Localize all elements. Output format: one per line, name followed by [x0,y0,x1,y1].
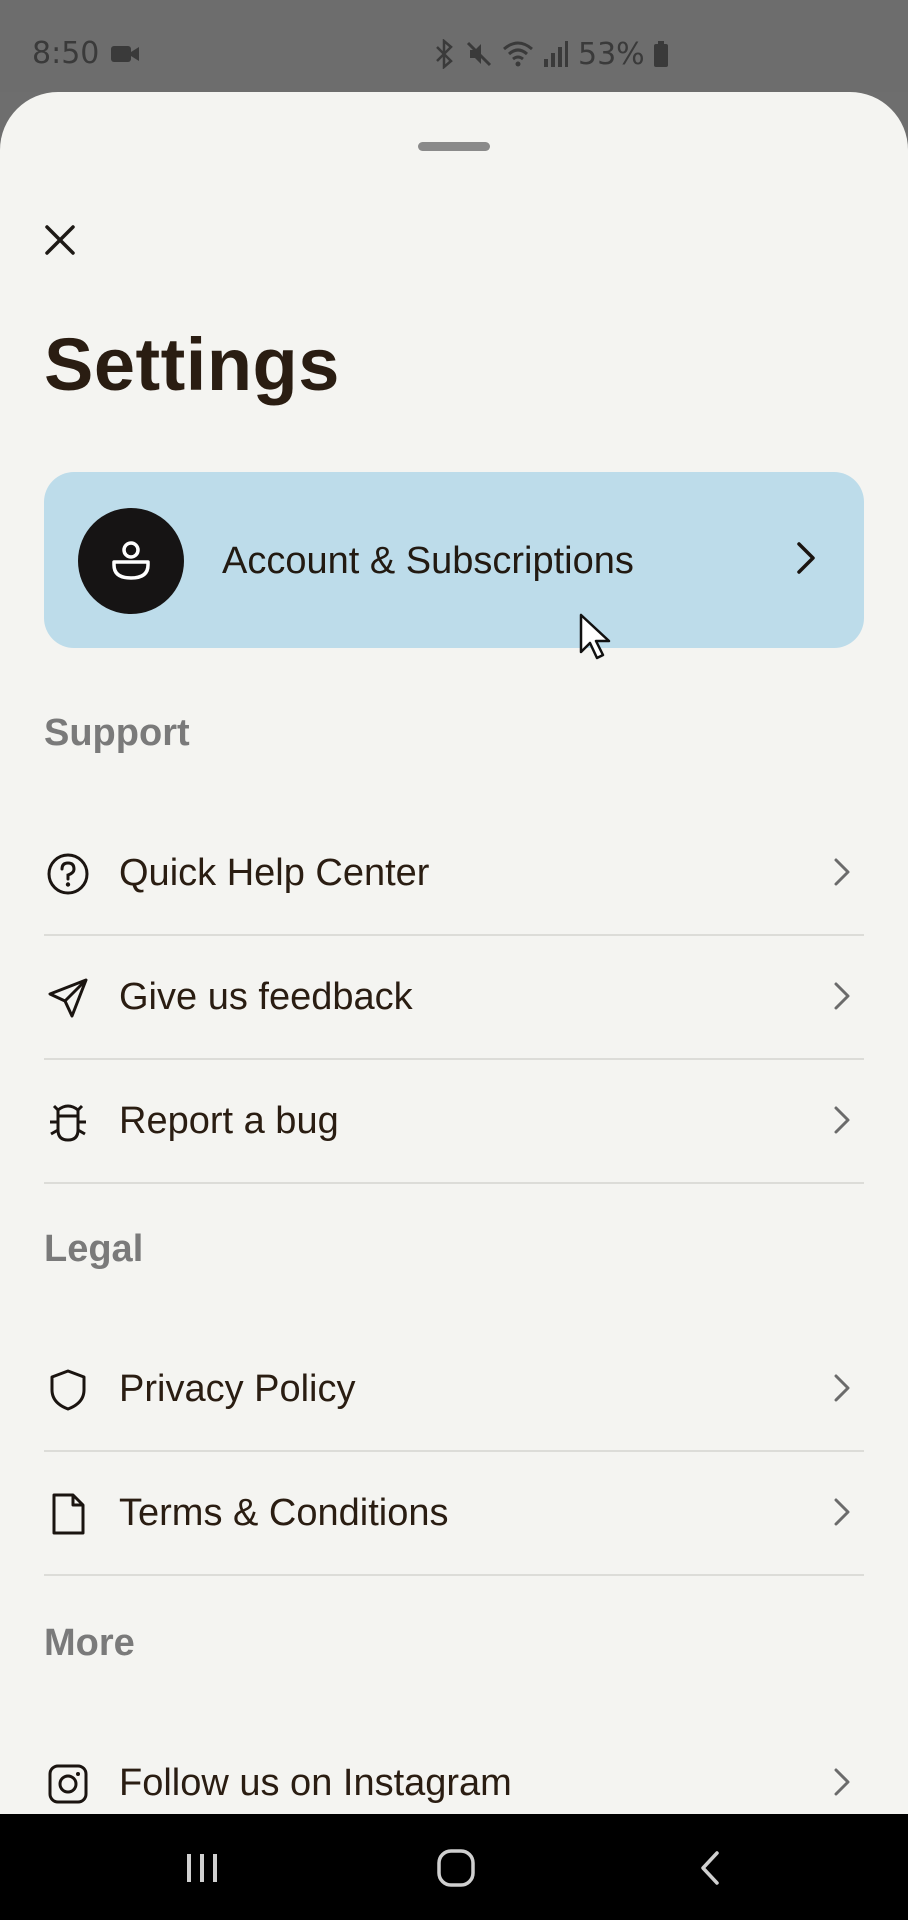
shield-icon [46,1368,90,1412]
chevron-right-icon [830,852,854,897]
video-camera-icon [110,44,140,64]
close-button[interactable] [36,216,84,264]
privacy-policy-item[interactable]: Privacy Policy [44,1326,864,1452]
status-icons: 53% [432,36,669,72]
battery-icon [653,40,669,68]
section-title-more: More [44,1622,135,1664]
close-icon [45,225,75,255]
system-navigation-bar [0,1814,908,1920]
report-bug-item[interactable]: Report a bug [44,1058,864,1184]
instagram-icon [46,1762,90,1806]
page-title: Settings [44,323,340,406]
chevron-right-icon [830,1762,854,1807]
mute-icon [464,39,494,69]
recent-apps-button[interactable] [172,1840,232,1896]
account-subscriptions-button[interactable]: Account & Subscriptions [44,472,864,648]
mouse-cursor-icon [578,612,614,667]
document-icon [46,1492,90,1536]
privacy-policy-label: Privacy Policy [119,1368,356,1410]
give-feedback-item[interactable]: Give us feedback [44,934,864,1060]
terms-conditions-item[interactable]: Terms & Conditions [44,1450,864,1576]
chevron-right-icon [830,1100,854,1145]
chevron-right-icon [792,538,820,583]
section-title-legal: Legal [44,1228,144,1270]
terms-conditions-label: Terms & Conditions [119,1492,449,1534]
quick-help-center-label: Quick Help Center [119,852,430,894]
settings-sheet: Settings Account & Subscriptions Support… [0,92,908,1814]
status-bar: 8:50 53% [0,0,908,92]
back-button[interactable] [680,1840,740,1896]
home-icon [437,1849,475,1887]
follow-instagram-label: Follow us on Instagram [119,1762,512,1804]
signal-icon [542,39,568,69]
bug-icon [46,1100,90,1144]
back-icon [701,1851,719,1885]
home-button[interactable] [426,1840,486,1896]
avatar [78,508,184,614]
chevron-right-icon [830,1368,854,1413]
help-circle-icon [46,852,90,896]
bluetooth-icon [432,39,456,69]
quick-help-center-item[interactable]: Quick Help Center [44,810,864,936]
user-icon [112,541,150,580]
drag-handle[interactable] [418,142,490,151]
account-subscriptions-label: Account & Subscriptions [222,540,634,582]
recent-apps-icon [187,1854,217,1882]
status-time: 8:50 [32,36,100,71]
battery-percent: 53% [578,36,645,72]
section-title-support: Support [44,712,190,754]
give-feedback-label: Give us feedback [119,976,413,1018]
chevron-right-icon [830,1492,854,1537]
follow-instagram-item[interactable]: Follow us on Instagram [44,1720,864,1814]
send-icon [46,976,90,1020]
report-bug-label: Report a bug [119,1100,339,1142]
wifi-icon [502,39,534,69]
chevron-right-icon [830,976,854,1021]
